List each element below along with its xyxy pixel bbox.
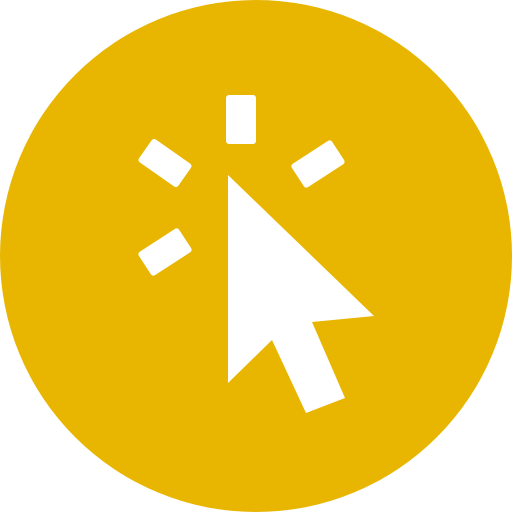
click-cursor-icon — [0, 0, 512, 512]
click-cursor-badge — [0, 0, 512, 512]
click-ray-top — [226, 95, 256, 144]
